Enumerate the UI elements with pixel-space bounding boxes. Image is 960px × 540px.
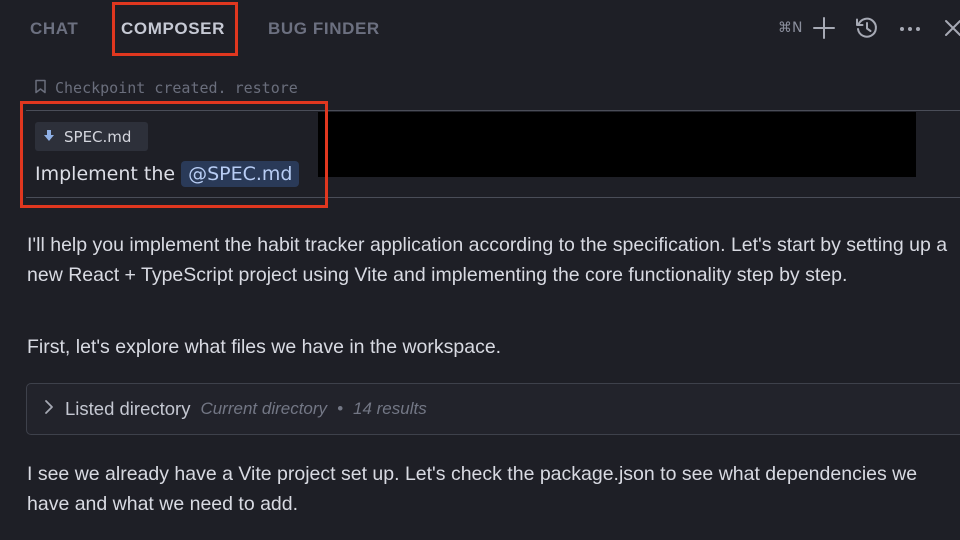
assistant-paragraph: I see we already have a Vite project set… <box>27 463 918 515</box>
assistant-paragraph: I'll help you implement the habit tracke… <box>27 234 948 286</box>
tool-call-listed-directory[interactable]: Listed directory Current directory • 14 … <box>26 383 960 435</box>
plus-icon[interactable] <box>811 15 837 41</box>
tool-location: Current directory <box>200 399 328 418</box>
tab-composer[interactable]: COMPOSER <box>121 19 225 39</box>
redacted-region <box>318 112 916 177</box>
attachment-chip[interactable]: SPEC.md <box>35 122 148 151</box>
new-composer-shortcut: ⌘N <box>778 20 803 36</box>
close-icon[interactable] <box>940 15 960 41</box>
tool-title: Listed directory <box>65 398 191 419</box>
history-icon[interactable] <box>854 15 880 41</box>
user-message-text: Implement the <box>35 163 176 185</box>
more-icon[interactable] <box>897 15 923 41</box>
attachment-name: SPEC.md <box>64 127 132 146</box>
assistant-paragraph: First, let's explore what files we have … <box>27 336 502 358</box>
message-divider-top <box>26 110 960 111</box>
restore-link[interactable]: restore <box>235 79 298 97</box>
bookmark-icon <box>34 79 47 98</box>
checkpoint-text: Checkpoint created. <box>55 79 227 97</box>
tool-separator: • <box>337 399 344 418</box>
tool-results: 14 results <box>353 399 427 418</box>
chevron-right-icon <box>43 399 55 419</box>
tab-bug-finder[interactable]: BUG FINDER <box>268 19 380 39</box>
download-arrow-icon <box>44 128 54 146</box>
file-mention[interactable]: @SPEC.md <box>181 161 300 187</box>
user-message: Implement the @SPEC.md <box>35 160 300 188</box>
message-divider-bottom <box>26 197 960 198</box>
checkpoint-notice: Checkpoint created. restore <box>34 78 298 98</box>
tab-chat[interactable]: CHAT <box>30 19 78 39</box>
user-message-highlight <box>20 101 328 208</box>
composer-header: CHAT COMPOSER BUG FINDER ⌘N <box>0 0 960 58</box>
